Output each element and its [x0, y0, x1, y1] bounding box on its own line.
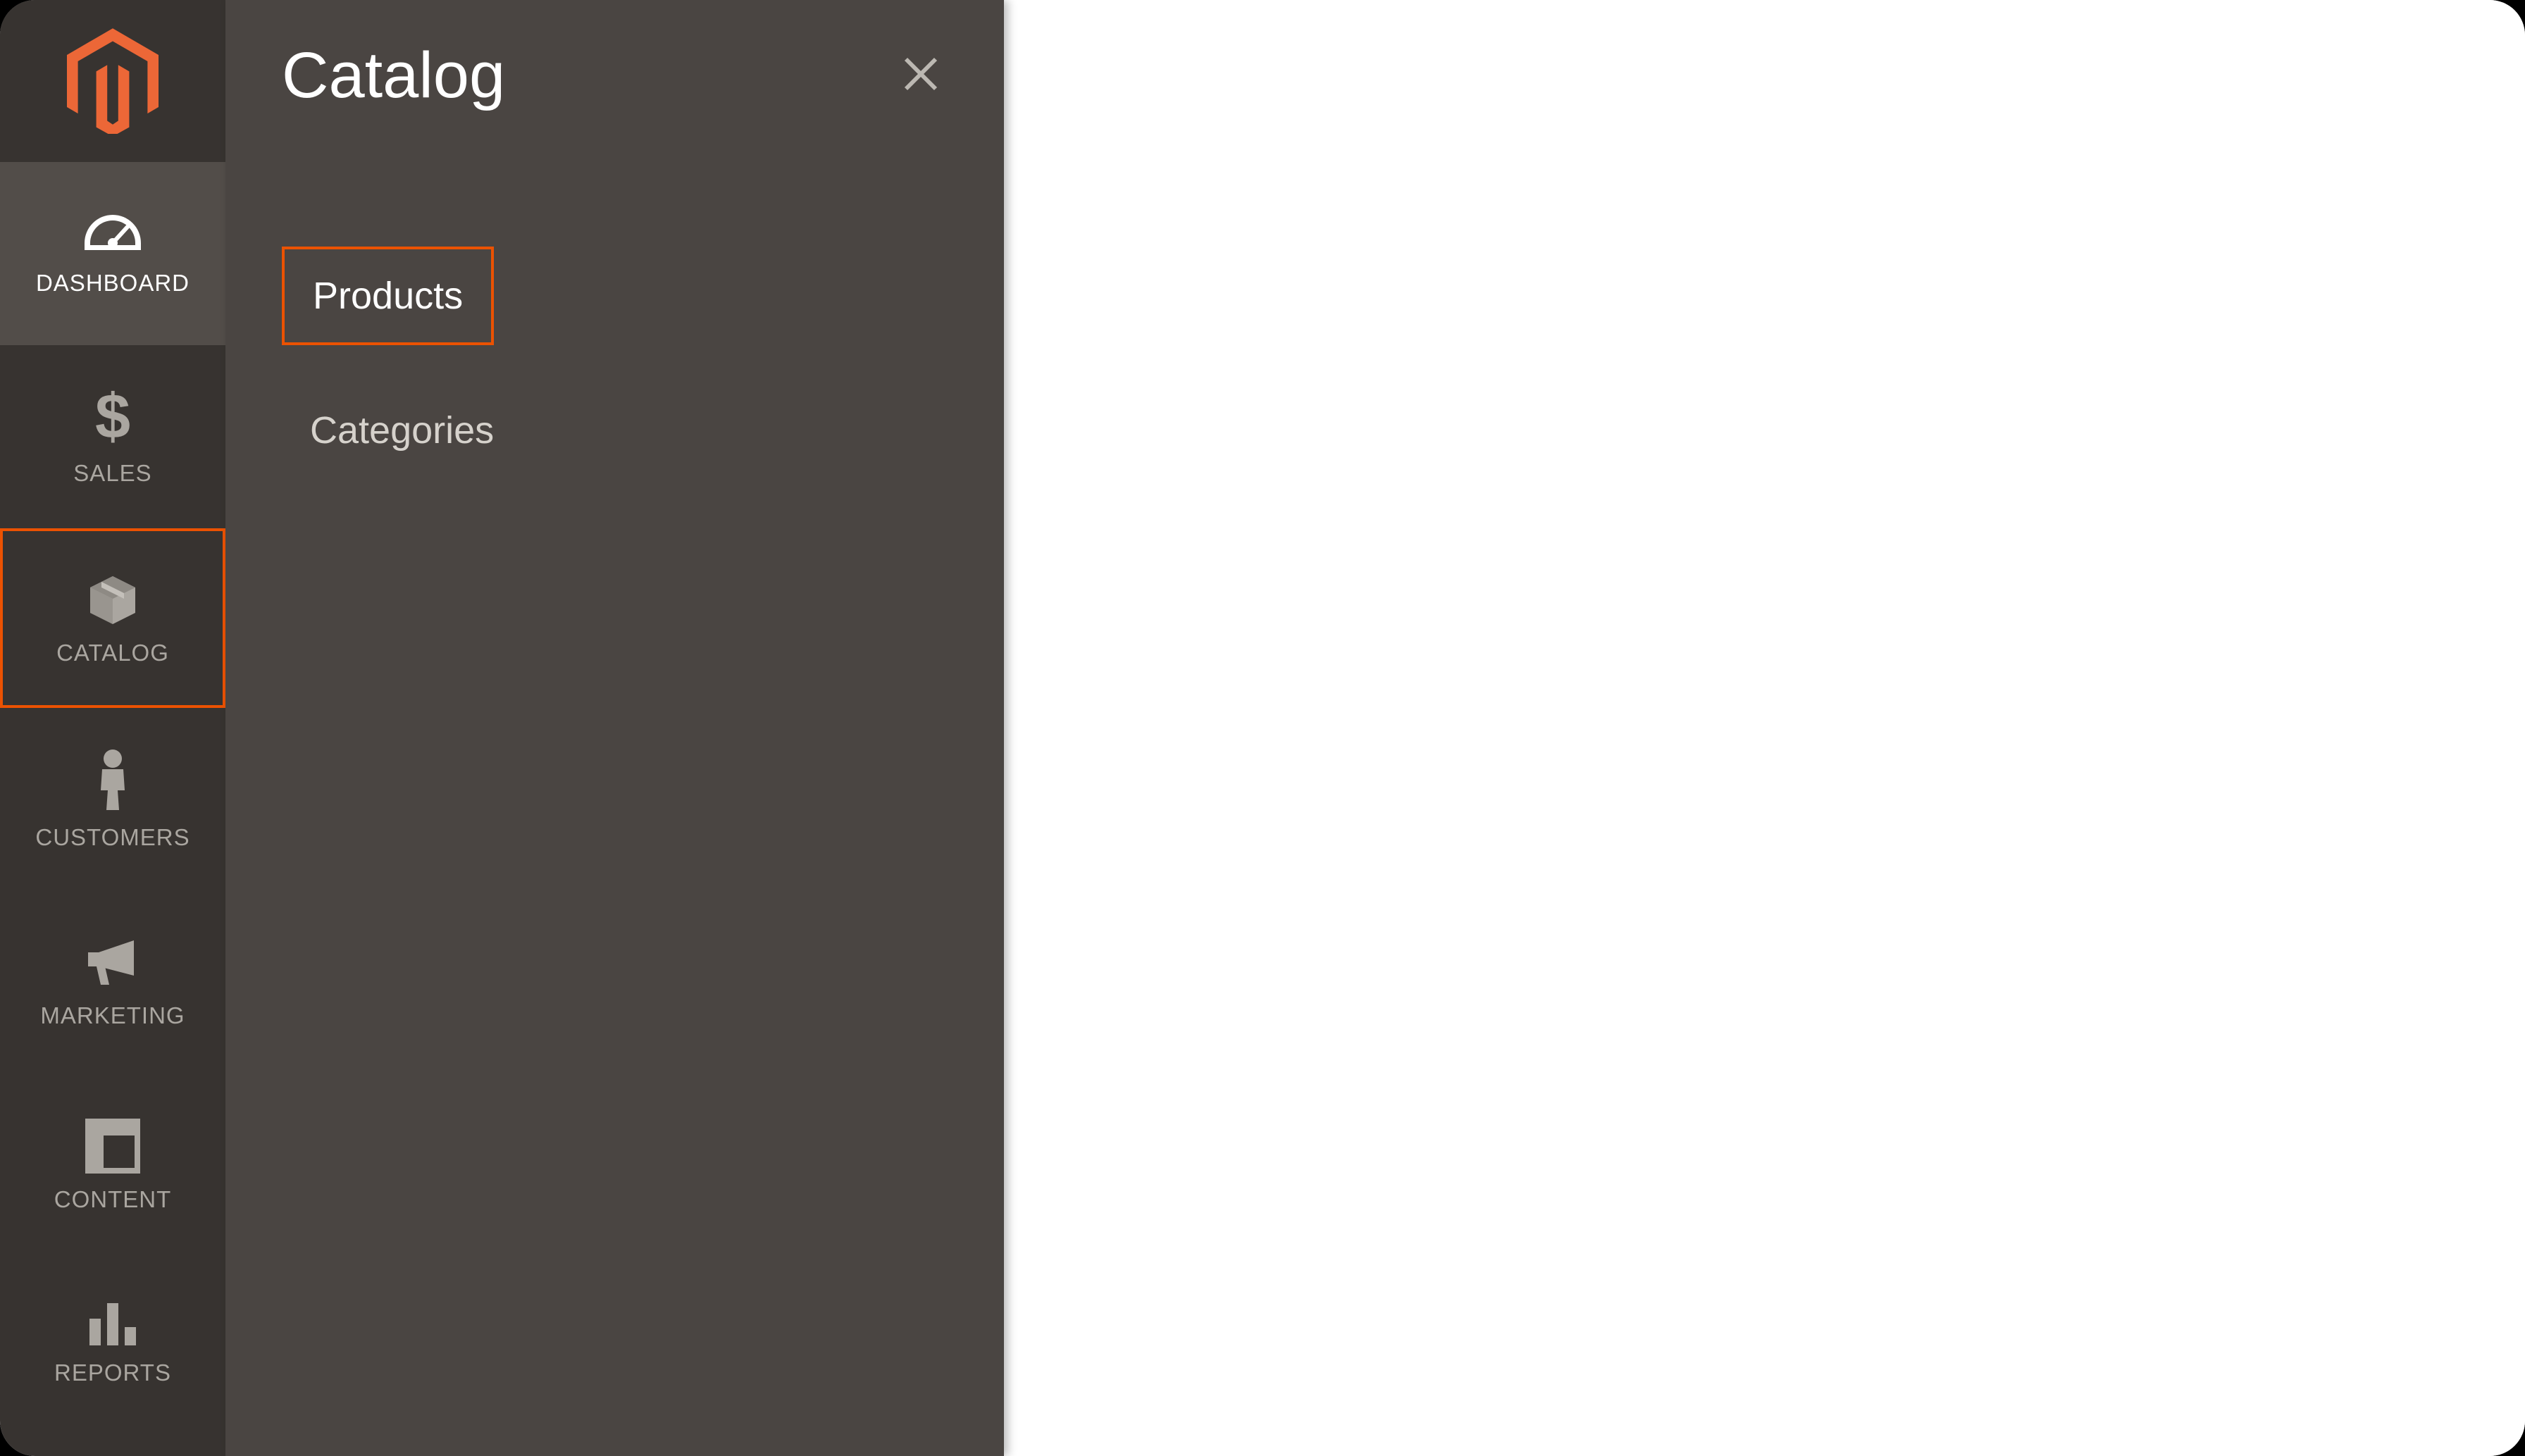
sidebar-item-label: MARKETING: [40, 1002, 185, 1029]
app-frame: d of your business' performance, using o…: [0, 0, 2525, 1456]
sidebar-item-sales[interactable]: $ SALES: [0, 345, 225, 528]
sidebar-item-label: CATALOG: [56, 640, 169, 666]
sidebar-item-label: DASHBOARD: [36, 270, 190, 297]
box-icon: [85, 571, 141, 627]
sidebar-item-label: CUSTOMERS: [35, 824, 190, 851]
sidebar-item-content[interactable]: CONTENT: [0, 1074, 225, 1257]
bar-chart-icon: [85, 1298, 140, 1347]
dollar-icon: $: [94, 387, 132, 447]
divider: [1004, 696, 2525, 697]
section-divider: [1004, 1014, 2525, 1016]
person-icon: [95, 748, 130, 811]
submenu-item-products[interactable]: Products: [282, 247, 494, 345]
scope-band: [1004, 384, 2525, 620]
layout-icon: [85, 1119, 140, 1174]
close-icon: [901, 54, 941, 94]
revenue-block: Revenue $0.00: [1867, 1261, 2018, 1379]
megaphone-icon: [81, 937, 144, 990]
gauge-icon: [81, 211, 144, 257]
sidebar-item-dashboard[interactable]: DASHBOARD: [0, 162, 225, 345]
submenu-item-categories[interactable]: Categories: [282, 384, 522, 477]
magento-logo-icon: [67, 28, 159, 134]
sidebar-item-label: SALES: [73, 460, 151, 487]
main-inner: d of your business' performance, using o…: [1004, 0, 2525, 1456]
sidebar-item-catalog[interactable]: CATALOG: [0, 528, 225, 708]
sidebar-item-label: REPORTS: [54, 1359, 171, 1386]
sidebar-item-customers[interactable]: CUSTOMERS: [0, 708, 225, 891]
submenu-close-button[interactable]: [894, 47, 948, 104]
sidebar-item-marketing[interactable]: MARKETING: [0, 891, 225, 1074]
submenu-title: Catalog: [282, 39, 505, 113]
svg-text:$: $: [94, 387, 130, 447]
catalog-submenu: Catalog Products Categories: [225, 0, 1004, 1456]
submenu-header: Catalog: [282, 39, 948, 113]
magento-logo[interactable]: [0, 0, 225, 162]
promo-text: d of your business' performance, using o…: [1004, 881, 2525, 926]
chart-disabled-message: Chart is disabled. To enable the cha: [1927, 1120, 2525, 1166]
revenue-value: $0.00: [1867, 1309, 2018, 1379]
sidebar-item-reports[interactable]: REPORTS: [0, 1257, 225, 1426]
revenue-label: Revenue: [1867, 1261, 2018, 1302]
sidebar-item-label: CONTENT: [54, 1186, 172, 1213]
admin-sidebar: DASHBOARD $ SALES CATALOG: [0, 0, 225, 1456]
